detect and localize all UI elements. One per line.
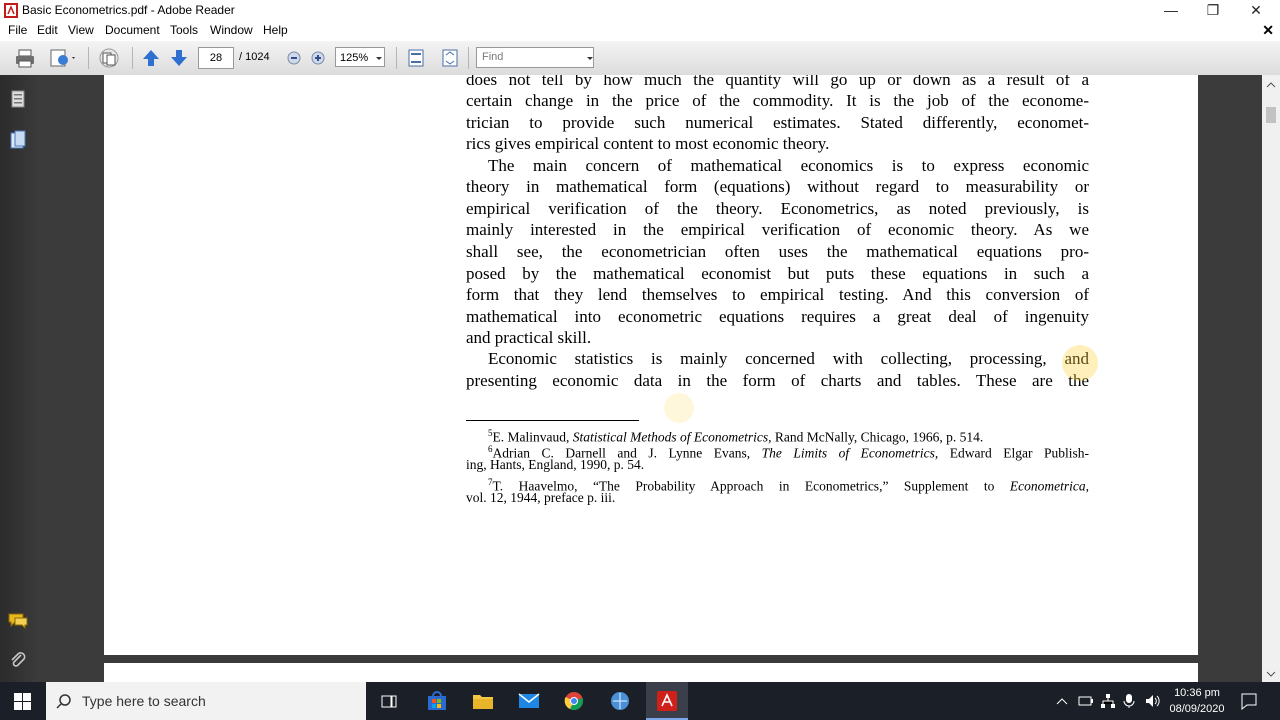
chrome-icon[interactable]: [564, 691, 584, 711]
microphone-icon[interactable]: [1122, 693, 1136, 709]
close-button[interactable]: ✕: [1233, 0, 1279, 21]
toolbar-separator: [132, 47, 133, 69]
volume-icon[interactable]: [1144, 693, 1162, 709]
taskbar-acrobat-active[interactable]: [646, 682, 688, 720]
page-number-input[interactable]: 28: [198, 47, 234, 69]
page-thumbnails-icon[interactable]: [8, 89, 28, 109]
file-explorer-icon[interactable]: [472, 692, 494, 710]
footnote-6-continued: ing, Hants, England, 1990, p. 54.: [466, 457, 645, 472]
taskbar-search-box[interactable]: Type here to search: [46, 682, 366, 720]
navigation-panel: [0, 75, 36, 682]
body-line: and practical skill.: [466, 328, 592, 347]
zoom-in-icon[interactable]: [310, 47, 326, 69]
body-line: presenting economic data in the form of …: [466, 371, 1089, 390]
body-line: rics gives empirical content to most eco…: [466, 134, 830, 153]
notifications-icon[interactable]: [1240, 692, 1258, 710]
show-hidden-icons-icon[interactable]: [1056, 696, 1068, 706]
next-pdf-page: [104, 663, 1198, 682]
body-line: mainly interested in the empirical verif…: [466, 220, 1089, 239]
pdf-page: does not tell by how much the quantity w…: [104, 75, 1198, 655]
battery-icon[interactable]: [1078, 694, 1094, 708]
share-icon[interactable]: [48, 47, 78, 69]
menu-help[interactable]: Help: [263, 23, 288, 37]
windows-start-icon[interactable]: [14, 693, 31, 710]
vertical-scrollbar[interactable]: [1262, 75, 1280, 682]
windows-taskbar: Type here to search 10:36 pm 08/09/2020: [0, 682, 1280, 720]
attachments-icon[interactable]: [9, 650, 27, 670]
document-close-button[interactable]: ✕: [1262, 22, 1274, 39]
pages-icon[interactable]: [96, 47, 122, 69]
network-icon[interactable]: [1100, 693, 1116, 709]
menu-bar: File Edit View Document Tools Window Hel…: [0, 21, 1280, 41]
toolbar-separator: [396, 47, 397, 69]
body-line: form that they lend themselves to empiri…: [466, 285, 1089, 304]
restore-button[interactable]: ❐: [1190, 0, 1236, 21]
clock-date: 08/09/2020: [1169, 703, 1225, 715]
document-viewer[interactable]: does not tell by how much the quantity w…: [36, 75, 1262, 682]
system-clock[interactable]: 10:36 pm 08/09/2020: [1168, 685, 1226, 717]
adobe-reader-app-icon: [4, 3, 18, 18]
clock-time: 10:36 pm: [1174, 687, 1220, 699]
body-line: does not tell by how much the quantity w…: [466, 75, 1089, 89]
body-line: Economic statistics is mainly concerned …: [488, 349, 1089, 368]
print-icon[interactable]: [14, 47, 36, 69]
zoom-out-icon[interactable]: [286, 47, 302, 69]
body-line: trician to provide such numerical estima…: [466, 113, 1089, 132]
footnote-rule: [466, 420, 639, 421]
microsoft-store-icon[interactable]: [426, 691, 448, 711]
toolbar-separator: [468, 47, 469, 69]
full-screen-icon[interactable]: [440, 47, 460, 69]
cursor-trail-highlight: [664, 393, 694, 423]
title-bar: Basic Econometrics.pdf - Adobe Reader — …: [0, 0, 1280, 21]
bookmarks-icon[interactable]: [8, 130, 28, 150]
task-view-icon[interactable]: [380, 692, 398, 710]
body-line: posed by the mathematical economist but …: [466, 264, 1089, 283]
search-icon: [56, 694, 71, 709]
internet-browser-icon[interactable]: [610, 691, 630, 711]
menu-document[interactable]: Document: [105, 23, 160, 37]
mail-icon[interactable]: [518, 692, 540, 710]
menu-window[interactable]: Window: [210, 23, 253, 37]
window-title: Basic Econometrics.pdf - Adobe Reader: [22, 3, 235, 17]
find-dropdown-arrow-icon[interactable]: [585, 47, 595, 69]
menu-file[interactable]: File: [8, 23, 27, 37]
minimize-button[interactable]: —: [1148, 0, 1194, 21]
comments-icon[interactable]: [7, 610, 29, 630]
menu-view[interactable]: View: [68, 23, 94, 37]
body-line: theory in mathematical form (equations) …: [466, 177, 1089, 196]
toolbar: 28 / 1024 125% Find: [0, 41, 1280, 76]
body-line: empirical verification of the theory. Ec…: [466, 199, 1089, 218]
taskbar-search-placeholder: Type here to search: [82, 693, 206, 709]
body-line: The main concern of mathematical economi…: [488, 156, 1089, 175]
zoom-dropdown-arrow-icon[interactable]: [374, 47, 384, 69]
find-input[interactable]: Find: [476, 47, 594, 68]
toolbar-separator: [88, 47, 89, 69]
footnote-7-continued: vol. 12, 1944, preface p. iii.: [466, 490, 616, 505]
cursor-highlight: [1062, 345, 1098, 381]
next-page-icon[interactable]: [169, 47, 189, 69]
menu-tools[interactable]: Tools: [170, 23, 198, 37]
menu-edit[interactable]: Edit: [37, 23, 58, 37]
scroll-up-arrow-icon[interactable]: [1266, 81, 1276, 89]
acrobat-reader-icon: [657, 691, 677, 711]
scrollbar-thumb[interactable]: [1266, 107, 1276, 123]
scroll-down-arrow-icon[interactable]: [1266, 670, 1276, 678]
previous-page-icon[interactable]: [141, 47, 161, 69]
fit-page-icon[interactable]: [406, 47, 426, 69]
body-line: certain change in the price of the commo…: [466, 91, 1089, 110]
body-line: shall see, the econometrician often uses…: [466, 242, 1089, 261]
page-total: / 1024: [239, 51, 270, 63]
body-line: mathematical into econometric equations …: [466, 307, 1089, 326]
